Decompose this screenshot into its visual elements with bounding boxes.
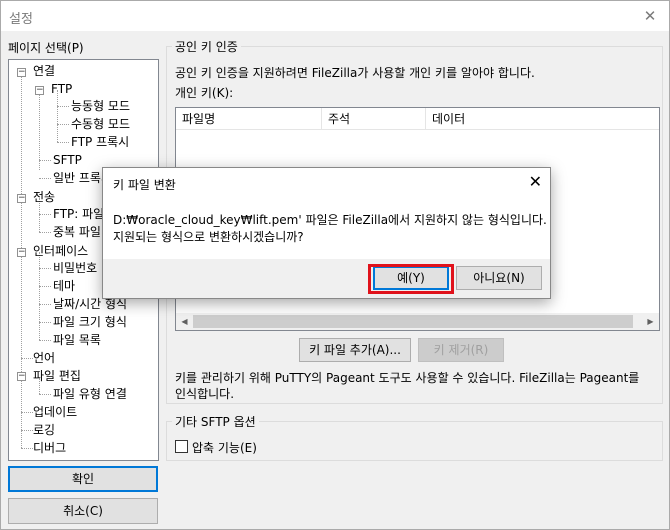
tree-line: [39, 322, 51, 323]
tree-item-connection[interactable]: 연결: [33, 62, 55, 80]
window-close-icon[interactable]: ✕: [641, 7, 659, 25]
tree-item-filesize-format[interactable]: 파일 크기 형식: [53, 313, 127, 331]
tree-line: [57, 142, 69, 143]
dialog-footer: 예(Y) 아니요(N): [103, 259, 550, 298]
tree-line: [21, 412, 33, 413]
tree-line: [39, 232, 51, 233]
tree-line: [39, 90, 40, 170]
tree-line: [39, 214, 51, 215]
tree-collapse-icon[interactable]: −: [17, 248, 26, 257]
compression-label[interactable]: 압축 기능(E): [192, 439, 257, 456]
tree-item-ftp[interactable]: FTP: [51, 80, 72, 98]
tree-item-file-editing[interactable]: 파일 편집: [33, 367, 81, 385]
private-key-label: 개인 키(K):: [175, 86, 234, 100]
key-list-header: 파일명 주석 데이터: [176, 108, 659, 130]
window-title: 설정: [9, 12, 33, 27]
title-bar: 설정 ✕: [1, 1, 669, 31]
tree-line: [57, 106, 69, 107]
dialog-message: D:₩oracle_cloud_key₩lift.pem' 파일은 FileZi…: [113, 212, 547, 246]
dialog-message-line1: D:₩oracle_cloud_key₩lift.pem' 파일은 FileZi…: [113, 213, 547, 227]
scrollbar-thumb[interactable]: [193, 315, 633, 328]
tree-collapse-icon[interactable]: −: [17, 372, 26, 381]
tree-item-ftp-proxy[interactable]: FTP 프록시: [71, 133, 129, 151]
add-key-file-button[interactable]: 키 파일 추가(A)...: [299, 338, 411, 362]
column-filename[interactable]: 파일명: [176, 108, 322, 130]
tree-line: [39, 394, 51, 395]
dialog-title: 키 파일 변환: [113, 178, 176, 192]
tree-item-language[interactable]: 언어: [33, 349, 55, 367]
compression-checkbox[interactable]: [175, 440, 188, 453]
tree-item-passwords[interactable]: 비밀번호: [53, 259, 97, 277]
pubkey-group-title: 공인 키 인증: [172, 38, 241, 55]
tree-line: [21, 72, 22, 448]
ok-button[interactable]: 확인: [8, 466, 158, 492]
dialog-close-icon[interactable]: ✕: [529, 174, 542, 190]
tree-collapse-icon[interactable]: −: [17, 194, 26, 203]
column-data[interactable]: 데이터: [426, 108, 659, 130]
tree-line: [39, 304, 51, 305]
pageant-note-line1: 키를 관리하기 위해 PuTTY의 Pageant 도구도 사용할 수 있습니다…: [175, 371, 640, 385]
page-select-label: 페이지 선택(P): [8, 41, 84, 55]
scroll-left-icon[interactable]: ◀: [176, 313, 193, 330]
tree-item-transfers[interactable]: 전송: [33, 188, 55, 206]
scroll-right-icon[interactable]: ▶: [642, 313, 659, 330]
tree-item-themes[interactable]: 테마: [53, 277, 75, 295]
tree-item-passive-mode[interactable]: 수동형 모드: [71, 115, 130, 133]
tree-line: [39, 160, 51, 161]
remove-key-button[interactable]: 키 제거(R): [418, 338, 504, 362]
tree-line: [39, 178, 51, 179]
convert-key-dialog: 키 파일 변환 ✕ D:₩oracle_cloud_key₩lift.pem' …: [102, 167, 551, 299]
pubkey-description: 공인 키 인증을 지원하려면 FileZilla가 사용할 개인 키를 알아야 …: [175, 66, 535, 80]
pageant-note-line2: 인식합니다.: [175, 387, 235, 401]
tree-line: [21, 358, 33, 359]
highlight-box: [368, 264, 454, 294]
tree-item-debug[interactable]: 디버그: [33, 439, 66, 457]
tree-item-file-lists[interactable]: 파일 목록: [53, 331, 101, 349]
tree-collapse-icon[interactable]: −: [35, 86, 44, 95]
tree-line: [39, 340, 51, 341]
horizontal-scrollbar[interactable]: ◀ ▶: [176, 313, 659, 330]
column-comment[interactable]: 주석: [322, 108, 426, 130]
tree-line: [39, 252, 40, 340]
tree-line: [21, 448, 33, 449]
tree-item-updates[interactable]: 업데이트: [33, 403, 77, 421]
tree-item-interface[interactable]: 인터페이스: [33, 242, 88, 260]
tree-collapse-icon[interactable]: −: [17, 68, 26, 77]
tree-item-active-mode[interactable]: 능동형 모드: [71, 97, 130, 115]
tree-line: [39, 286, 51, 287]
tree-item-ftp-file-types[interactable]: FTP: 파일: [53, 205, 104, 223]
tree-line: [21, 430, 33, 431]
no-button[interactable]: 아니요(N): [456, 266, 542, 290]
tree-line: [57, 124, 69, 125]
tree-item-sftp[interactable]: SFTP: [53, 151, 82, 169]
tree-line: [39, 268, 51, 269]
dialog-message-line2: 지원되는 형식으로 변환하시겠습니까?: [113, 230, 304, 244]
cancel-button[interactable]: 취소(C): [8, 498, 158, 524]
tree-item-logging[interactable]: 로깅: [33, 421, 55, 439]
other-sftp-group-title: 기타 SFTP 옵션: [172, 413, 259, 430]
tree-item-filetype-associations[interactable]: 파일 유형 연결: [53, 385, 127, 403]
tree-item-file-exists[interactable]: 중복 파일: [53, 223, 101, 241]
